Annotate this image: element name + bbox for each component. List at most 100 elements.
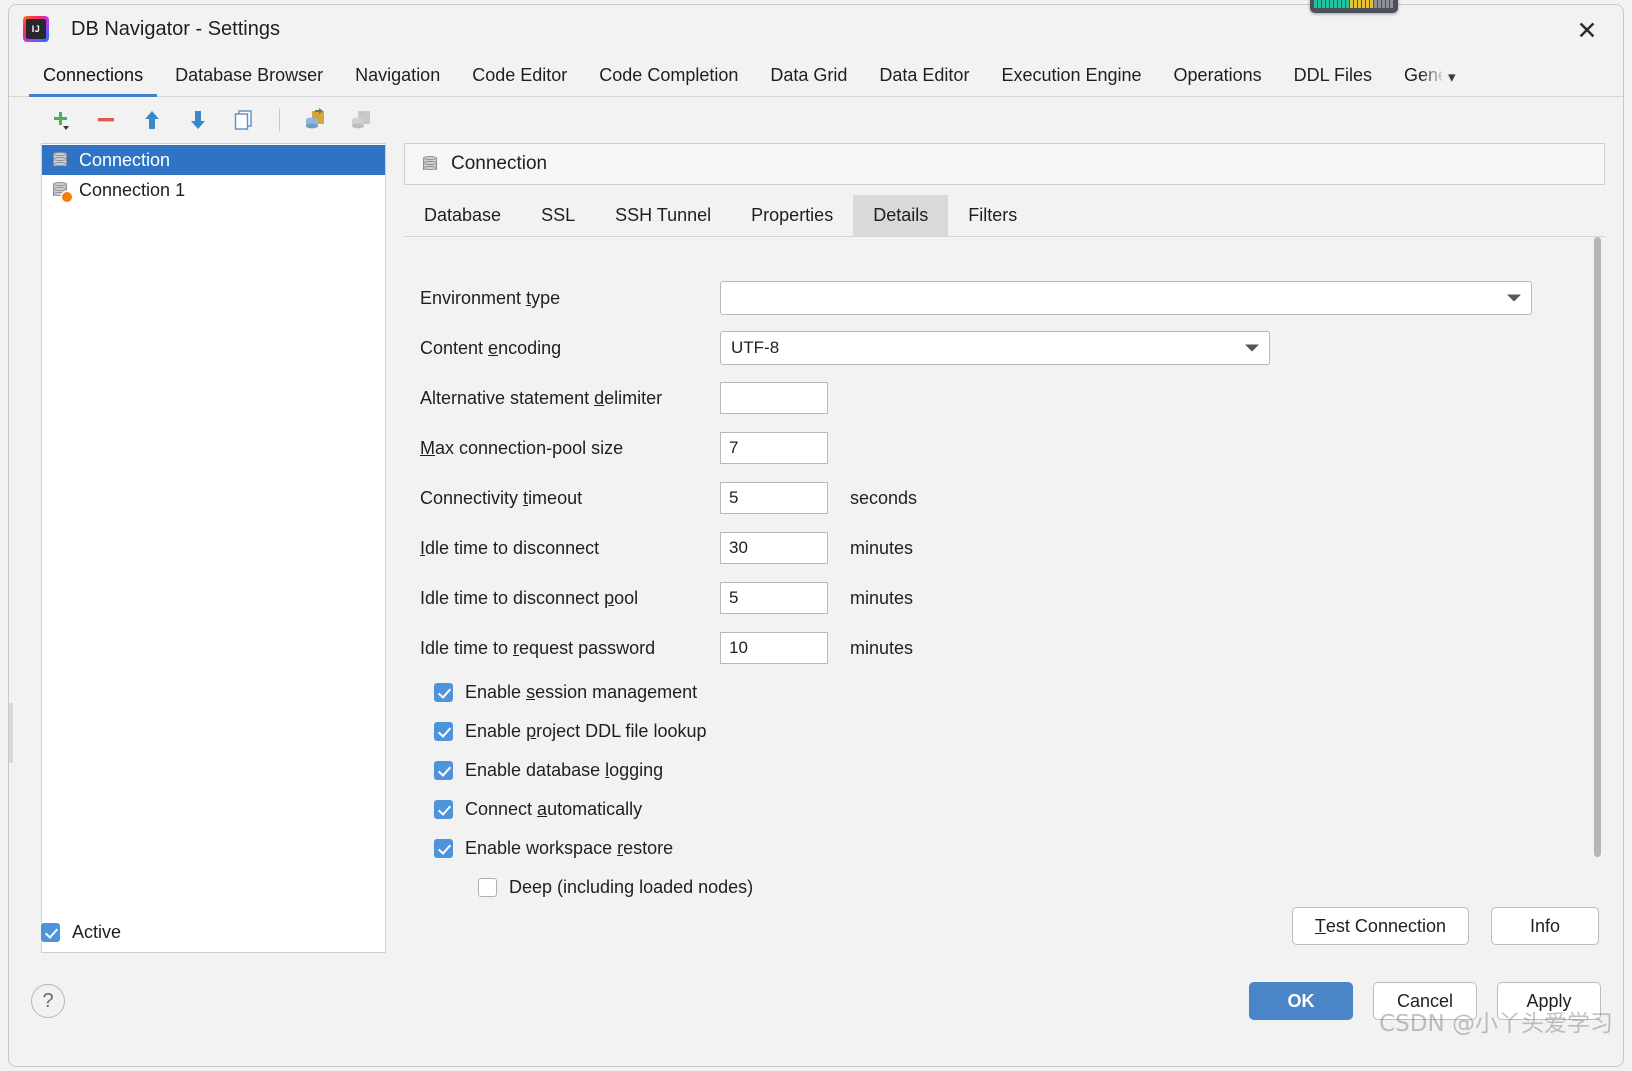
field-row-content-encoding: Content encoding UTF-8: [420, 323, 1605, 373]
tab-operations[interactable]: Operations: [1158, 65, 1278, 96]
subtab-ssh-tunnel[interactable]: SSH Tunnel: [595, 195, 731, 236]
checkbox-enable-workspace-restore[interactable]: Enable workspace restore: [420, 829, 1605, 868]
connection-list-item-connection-1[interactable]: Connection 1: [42, 175, 385, 205]
details-form-scrollbar[interactable]: [1593, 237, 1603, 953]
idle-time-to-disconnect-pool-label: Idle time to disconnect pool: [420, 587, 639, 608]
tab-database-browser[interactable]: Database Browser: [159, 65, 339, 96]
intellij-idea-icon: [23, 16, 49, 42]
panel-resize-handle[interactable]: [9, 703, 13, 763]
subtab-properties[interactable]: Properties: [731, 195, 853, 236]
field-row-idle-time-to-disconnect: Idle time to disconnect minutes: [420, 523, 1605, 573]
checkbox-connect-automatically[interactable]: Connect automatically: [420, 790, 1605, 829]
tab-code-completion[interactable]: Code Completion: [583, 65, 754, 96]
window-title: DB Navigator - Settings: [71, 17, 280, 40]
idle-time-to-disconnect-label: Idle time to disconnect: [420, 537, 600, 558]
field-row-connectivity-timeout: Connectivity timeout seconds: [420, 473, 1605, 523]
connectivity-timeout-input[interactable]: [720, 482, 828, 514]
checkbox-label: Connect automatically: [465, 799, 643, 819]
settings-body: Connection Connection 1 Connection Datab…: [9, 143, 1623, 953]
close-icon[interactable]: ✕: [1565, 11, 1609, 49]
tab-ddl-files[interactable]: DDL Files: [1278, 65, 1388, 96]
subtab-ssl[interactable]: SSL: [521, 195, 595, 236]
dialog-footer: ? OK Cancel Apply: [9, 970, 1623, 1066]
settings-window: DB Navigator - Settings ✕ Connections Da…: [8, 4, 1624, 1067]
tab-connections[interactable]: Connections: [27, 65, 159, 97]
checkbox-label: Enable database logging: [465, 760, 664, 780]
checkbox-indicator: [434, 839, 453, 858]
subtab-database[interactable]: Database: [404, 195, 521, 236]
details-form: Environment type Content encoding UTF-8: [404, 237, 1605, 907]
idle-time-to-disconnect-input[interactable]: [720, 532, 828, 564]
content-encoding-combo[interactable]: UTF-8: [720, 331, 1270, 365]
add-connection-button[interactable]: [45, 105, 75, 135]
details-form-scroll-area: Environment type Content encoding UTF-8: [404, 237, 1605, 953]
connection-list-item-label: Connection 1: [79, 179, 186, 200]
connection-list-item-connection[interactable]: Connection: [42, 145, 385, 175]
idle-time-to-disconnect-pool-input[interactable]: [720, 582, 828, 614]
checkbox-indicator: [41, 923, 60, 942]
toolbar-separator: [279, 108, 280, 132]
export-connection-button[interactable]: [346, 105, 376, 135]
ok-button[interactable]: OK: [1249, 982, 1353, 1020]
duplicate-connection-button[interactable]: [229, 105, 259, 135]
connection-subtab-bar: Database SSL SSH Tunnel Properties Detai…: [404, 195, 1605, 237]
alternative-statement-delimiter-input[interactable]: [720, 382, 828, 414]
info-button[interactable]: Info: [1491, 907, 1599, 945]
settings-tab-bar: Connections Database Browser Navigation …: [9, 53, 1623, 97]
checkbox-label: Enable project DDL file lookup: [465, 721, 707, 741]
tab-execution-engine[interactable]: Execution Engine: [985, 65, 1157, 96]
connection-detail-header: Connection: [404, 143, 1605, 185]
checkbox-deep-including-loaded-nodes[interactable]: Deep (including loaded nodes): [420, 868, 1605, 907]
idle-time-to-disconnect-unit: minutes: [850, 537, 914, 558]
connections-toolbar: [9, 97, 1623, 143]
checkbox-label: Enable workspace restore: [465, 838, 674, 858]
idle-time-to-disconnect-pool-unit: minutes: [850, 587, 914, 608]
move-down-button[interactable]: [183, 105, 213, 135]
content-encoding-label: Content encoding: [420, 337, 562, 358]
field-row-alternative-statement-delimiter: Alternative statement delimiter: [420, 373, 1605, 423]
idle-time-to-request-password-input[interactable]: [720, 632, 828, 664]
checkbox-label: Enable session management: [465, 682, 698, 702]
database-icon: [51, 151, 69, 169]
max-connection-pool-size-input[interactable]: [720, 432, 828, 464]
question-mark-icon[interactable]: ?: [31, 984, 65, 1018]
chevron-down-icon: [1245, 344, 1259, 352]
connection-detail-title: Connection: [451, 153, 548, 174]
tab-code-editor[interactable]: Code Editor: [456, 65, 583, 96]
tab-data-editor[interactable]: Data Editor: [863, 65, 985, 96]
field-row-idle-time-to-request-password: Idle time to request password minutes: [420, 623, 1605, 673]
checkbox-label: Deep (including loaded nodes): [509, 877, 754, 897]
test-connection-button[interactable]: Test Connection: [1291, 907, 1469, 945]
system-meter-widget: [1310, 0, 1398, 13]
checkbox-enable-project-ddl-file-lookup[interactable]: Enable project DDL file lookup: [420, 712, 1605, 751]
connectivity-timeout-label: Connectivity timeout: [420, 487, 583, 508]
subtab-details[interactable]: Details: [853, 195, 949, 236]
environment-type-combo[interactable]: [720, 281, 1532, 315]
import-connection-button[interactable]: [300, 105, 330, 135]
environment-type-label: Environment type: [420, 287, 561, 308]
checkbox-enable-session-management[interactable]: Enable session management: [420, 673, 1605, 712]
connection-list-item-label: Connection: [79, 149, 171, 170]
checkbox-indicator: [434, 800, 453, 819]
checkbox-indicator: [434, 722, 453, 741]
apply-button[interactable]: Apply: [1497, 982, 1601, 1020]
remove-connection-button[interactable]: [91, 105, 121, 135]
tab-general[interactable]: Gene: [1388, 65, 1442, 96]
tab-navigation[interactable]: Navigation: [339, 65, 456, 96]
checkbox-enable-database-logging[interactable]: Enable database logging: [420, 751, 1605, 790]
checkbox-indicator: [478, 878, 497, 897]
field-row-environment-type: Environment type: [420, 273, 1605, 323]
field-row-max-connection-pool-size: Max connection-pool size: [420, 423, 1605, 473]
checkbox-indicator: [434, 683, 453, 702]
subtab-filters[interactable]: Filters: [948, 195, 1037, 236]
cancel-button[interactable]: Cancel: [1373, 982, 1477, 1020]
alternative-statement-delimiter-label: Alternative statement delimiter: [420, 387, 663, 408]
active-label: Active: [72, 922, 122, 942]
checkbox-active[interactable]: Active: [41, 922, 121, 943]
chevron-down-icon: [1507, 294, 1521, 302]
chevron-down-icon[interactable]: ▾: [1442, 68, 1470, 96]
database-icon: [421, 155, 439, 173]
tab-data-grid[interactable]: Data Grid: [754, 65, 863, 96]
move-up-button[interactable]: [137, 105, 167, 135]
scrollbar-thumb[interactable]: [1594, 237, 1601, 857]
